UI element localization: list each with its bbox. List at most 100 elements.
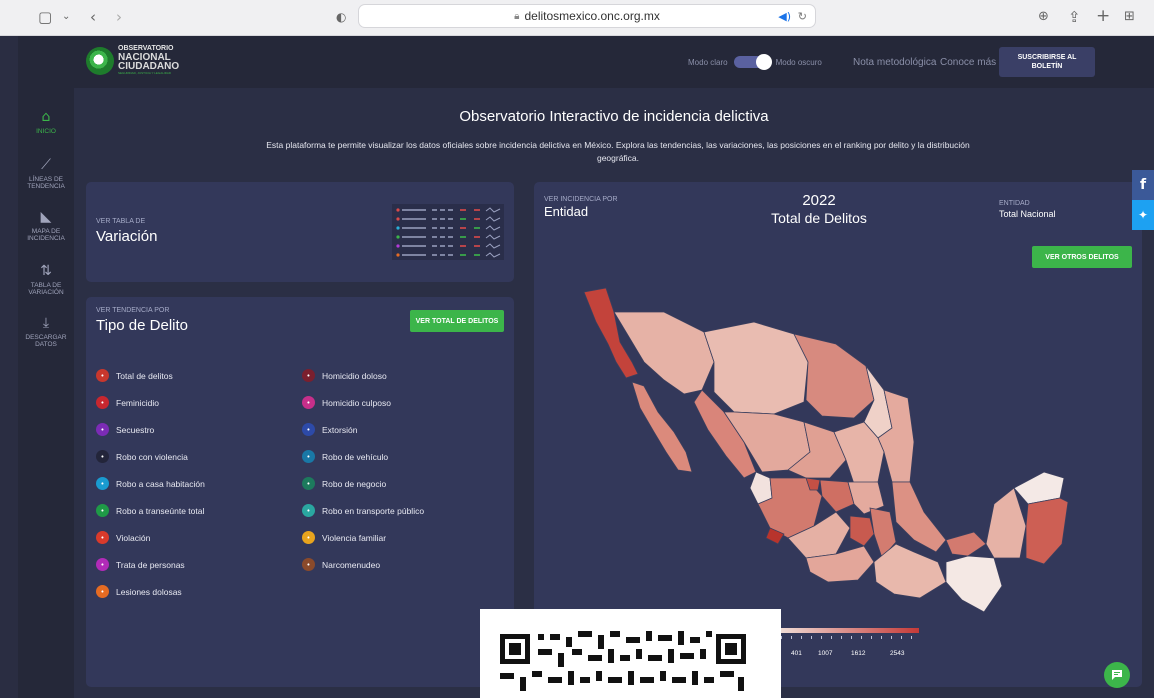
map-state[interactable] [945, 531, 987, 557]
nav-more-link[interactable]: Conoce más [940, 57, 996, 68]
crime-type-label: Violencia familiar [322, 532, 387, 543]
chevron-down-icon[interactable]: ⌄ [62, 11, 70, 22]
sidebar-item-variacion[interactable]: ⇅ TABLA DE VARIACIÓN [18, 262, 74, 296]
crime-type-item[interactable]: • Feminicidio [96, 396, 159, 409]
dark-mode-toggle[interactable] [733, 54, 772, 70]
page: OBSERVATORIO NACIONAL CIUDADANO SEGURIDA… [18, 36, 1154, 698]
subscribe-line1: SUSCRIBIRSE AL [1017, 54, 1077, 61]
crime-type-item[interactable]: • Robo en transporte público [302, 504, 424, 517]
crime-type-label: Feminicidio [116, 397, 159, 408]
crime-type-item[interactable]: • Homicidio doloso [302, 369, 387, 382]
map-state[interactable] [847, 481, 885, 515]
map-state[interactable] [945, 555, 1003, 613]
crime-type-item[interactable]: • Secuestro [96, 423, 154, 436]
trafficking-icon: • [96, 558, 109, 571]
back-icon[interactable]: ‹ [90, 8, 96, 26]
crime-type-item[interactable]: • Trata de personas [96, 558, 185, 571]
map-state[interactable] [703, 321, 809, 415]
nav-methodology-link[interactable]: Nota metodológica [853, 57, 936, 68]
new-tab-icon[interactable]: + [1096, 6, 1110, 26]
facebook-share-button[interactable]: f [1132, 170, 1154, 200]
sidebar-toggle-icon[interactable]: ▢ [38, 8, 52, 26]
rape-icon: • [96, 531, 109, 544]
map-state[interactable] [985, 487, 1027, 559]
legend-label: 1612 [851, 650, 866, 657]
map-icon: ◣ [40, 209, 52, 225]
crime-type-item[interactable]: • Robo de vehículo [302, 450, 388, 463]
download-icon: ⤓ [42, 315, 50, 331]
sidebar-item-label: LÍNEAS DE [29, 176, 63, 183]
shield-icon[interactable]: ◐ [336, 10, 346, 24]
audio-icon[interactable]: ◀︎) [778, 10, 791, 23]
tab-overview-icon[interactable]: ⊞ [1124, 9, 1135, 24]
sidebar-item-tendencia[interactable]: ⟋ LÍNEAS DE TENDENCIA [18, 156, 74, 190]
intentional-homicide-icon: • [302, 369, 315, 382]
home-icon: ⌂ [41, 109, 51, 125]
drug-dealing-icon: • [302, 558, 315, 571]
url-text: delitosmexico.onc.org.mx [524, 9, 660, 23]
chat-button[interactable] [1104, 662, 1130, 688]
map-state[interactable] [613, 311, 715, 395]
map-legend-bar [779, 628, 919, 633]
tipo-title: Tipo de Delito [96, 317, 188, 334]
crime-type-item[interactable]: • Robo a casa habitación [96, 477, 205, 490]
sidebar-item-label: MAPA DE [31, 228, 61, 235]
subscribe-line2: BOLETÍN [1031, 63, 1063, 70]
download-icon[interactable]: ⊕ [1038, 9, 1049, 24]
browser-toolbar: ▢ ⌄ ‹ › ◐ 🔒︎ delitosmexico.onc.org.mx ◀︎… [0, 0, 1154, 36]
logo[interactable]: OBSERVATORIO NACIONAL CIUDADANO SEGURIDA… [86, 45, 179, 76]
transport-robbery-icon: • [302, 504, 315, 517]
crime-type-item[interactable]: • Narcomenudeo [302, 558, 380, 571]
legend-label: 1007 [818, 650, 833, 657]
crime-type-label: Robo con violencia [116, 451, 188, 462]
house-robbery-icon: • [96, 477, 109, 490]
crime-type-item[interactable]: • Robo con violencia [96, 450, 188, 463]
twitter-share-button[interactable]: ✦ [1132, 200, 1154, 230]
map-state[interactable] [1025, 497, 1069, 565]
trend-line-icon: ⟋ [41, 157, 51, 173]
crime-type-item[interactable]: • Homicidio culposo [302, 396, 391, 409]
violent-robbery-icon: • [96, 450, 109, 463]
map-year: 2022 [802, 192, 836, 209]
reload-icon[interactable]: ↻ [798, 10, 807, 23]
top-navbar: OBSERVATORIO NACIONAL CIUDADANO SEGURIDA… [18, 36, 1154, 88]
chat-icon [1112, 670, 1122, 680]
map-legend-ticks [781, 636, 912, 639]
subscribe-button[interactable]: SUSCRIBIRSE AL BOLETÍN [999, 47, 1095, 77]
crime-type-item[interactable]: • Violencia familiar [302, 531, 386, 544]
mexico-choropleth-map[interactable] [574, 282, 1144, 622]
crime-type-item[interactable]: • Total de delitos [96, 369, 173, 382]
page-title: Observatorio Interactivo de incidencia d… [459, 108, 769, 125]
sidebar-item-label: DATOS [35, 341, 57, 348]
crime-type-item[interactable]: • Robo de negocio [302, 477, 386, 490]
pedestrian-robbery-icon: • [96, 504, 109, 517]
sidebar-item-label: INCIDENCIA [27, 235, 65, 242]
forward-icon[interactable]: › [116, 8, 122, 26]
sidebar-item-descargar[interactable]: ⤓ DESCARGAR DATOS [18, 314, 74, 348]
map-state[interactable] [631, 381, 693, 473]
variacion-card[interactable]: VER TABLA DE Variación [86, 182, 514, 282]
map-state[interactable] [849, 515, 875, 547]
view-total-crimes-button[interactable]: VER TOTAL DE DELITOS [410, 310, 504, 332]
crime-type-item[interactable]: • Lesiones dolosas [96, 585, 182, 598]
sidebar-item-mapa[interactable]: ◣ MAPA DE INCIDENCIA [18, 208, 74, 242]
tipo-kicker: VER TENDENCIA POR [96, 307, 170, 314]
sidebar-item-label: VARIACIÓN [28, 289, 64, 296]
twitter-bird-icon: ✦ [1137, 208, 1149, 222]
crime-type-item[interactable]: • Violación [96, 531, 150, 544]
crime-type-label: Lesiones dolosas [116, 586, 182, 597]
mode-dark-label: Modo oscuro [775, 57, 822, 67]
share-icon[interactable]: ⇪ [1068, 8, 1081, 26]
logo-line3: CIUDADANO [118, 61, 180, 72]
sidebar-item-label: TABLA DE [30, 282, 62, 289]
crime-type-item[interactable]: • Extorsión [302, 423, 357, 436]
address-bar[interactable]: 🔒︎ delitosmexico.onc.org.mx ◀︎) ↻ [358, 4, 816, 28]
sidebar: ⌂ INICIO ⟋ LÍNEAS DE TENDENCIA ◣ MAPA DE… [18, 88, 74, 698]
crime-type-item[interactable]: • Robo a transeúnte total [96, 504, 204, 517]
family-violence-icon: • [302, 531, 315, 544]
map-state[interactable] [891, 481, 947, 553]
crime-type-label: Extorsión [322, 424, 358, 435]
entity-value[interactable]: Total Nacional [999, 209, 1056, 219]
view-other-crimes-button[interactable]: VER OTROS DELITOS [1032, 246, 1132, 268]
sidebar-item-inicio[interactable]: ⌂ INICIO [18, 108, 74, 135]
